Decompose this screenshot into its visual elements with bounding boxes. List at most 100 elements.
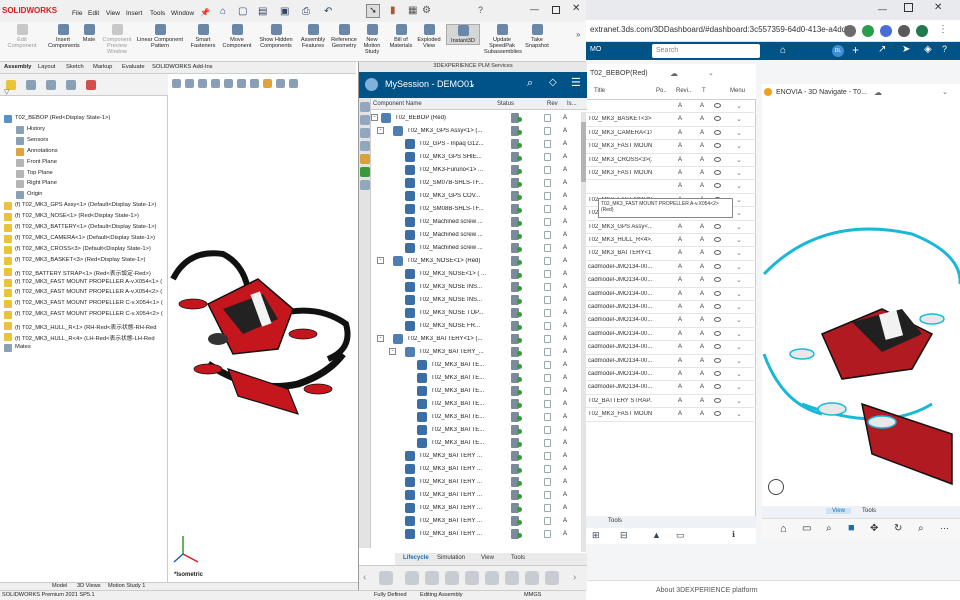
home-icon[interactable]: ⌂	[220, 6, 226, 17]
chevron-down-icon[interactable]: ⌄	[736, 370, 742, 378]
table-row[interactable]: T02_MK3_CAMERA<1>... A A ⌄	[586, 127, 756, 141]
table-row[interactable]: A A ⌄	[586, 180, 756, 194]
file-properties-icon[interactable]: ▦	[408, 5, 417, 16]
table-row[interactable]: cadmodel-JMO134-00... A A ⌄	[586, 288, 756, 301]
menu-tools[interactable]: Tools	[150, 10, 165, 17]
scrollbar-thumb[interactable]	[581, 122, 586, 182]
maximize-icon[interactable]	[904, 3, 913, 12]
share-icon[interactable]: ↗	[878, 44, 886, 55]
chevron-down-icon[interactable]: ⌄	[736, 129, 742, 137]
tree-item[interactable]: Top Plane	[0, 169, 168, 179]
component-row[interactable]: T02_MK3_NOSE INS... A	[371, 281, 581, 294]
table-row[interactable]: cadmodel-JMO134-00... A A ⌄	[586, 314, 756, 328]
menu-icon[interactable]: ☰	[571, 76, 581, 89]
apps-icon[interactable]: ◈	[924, 44, 932, 55]
eye-icon[interactable]	[714, 344, 721, 350]
drone-3d-model[interactable]	[168, 74, 358, 584]
tab-tools[interactable]: Tools	[608, 518, 622, 524]
column-header[interactable]: Component Name	[373, 101, 422, 107]
tree-item[interactable]: Front Plane	[0, 158, 168, 168]
expand-toggle[interactable]: -	[377, 335, 384, 342]
column-header[interactable]: Rev	[547, 101, 558, 107]
component-row[interactable]: T02_MK3_BATTERY ... A	[371, 450, 581, 463]
eye-icon[interactable]	[714, 411, 721, 417]
tree-item[interactable]: Annotations	[0, 147, 168, 157]
component-row[interactable]: T02_Machined screw ... A	[371, 242, 581, 255]
tab-addins[interactable]: SOLIDWORKS Add-Ins	[152, 64, 213, 70]
table-row[interactable]: cadmodel-JMO134-00... A A ⌄	[586, 341, 756, 355]
extension-icon[interactable]	[898, 25, 910, 37]
component-row[interactable]: T02_MK3_NOSE<1> ( ... A	[371, 268, 581, 281]
component-row[interactable]: T02_Machined screw ... A	[371, 229, 581, 242]
tree-item[interactable]: (f) T02_MK3_FAST MOUNT PROPELLER C-v.X05…	[0, 310, 168, 320]
component-row[interactable]: T02_MK3_BATTERY ... A	[371, 502, 581, 515]
column-header[interactable]: Title	[594, 88, 605, 94]
transfer-icon[interactable]	[505, 571, 519, 585]
chevron-down-icon[interactable]: ⌄	[708, 69, 714, 77]
strip-icon[interactable]	[360, 167, 370, 177]
expand-toggle[interactable]: -	[389, 348, 396, 355]
panel-icon[interactable]: ▭	[676, 530, 685, 541]
tree-item[interactable]: T02_BEBOP (Red<Display State-1>)	[0, 114, 168, 124]
pan-icon[interactable]: ✥	[870, 523, 878, 534]
command-button[interactable]: Mate	[78, 24, 100, 43]
about-link[interactable]: About 3DEXPERIENCE platform	[656, 587, 758, 594]
extension-icon[interactable]	[880, 25, 892, 37]
appearance-icon[interactable]	[263, 79, 272, 88]
url-text[interactable]: extranet.3ds.com/3DDashboard/#dashboard:…	[590, 25, 856, 34]
propertymanager-icon[interactable]	[26, 80, 36, 90]
3d-viewer[interactable]	[762, 104, 960, 504]
component-row[interactable]: T02_MK3_BATTE... A	[371, 385, 581, 398]
chevron-down-icon[interactable]: ⌄	[736, 182, 742, 190]
tab-assembly[interactable]: Assembly	[4, 64, 31, 70]
new-document-icon[interactable]: ▢	[238, 6, 247, 17]
tree-item[interactable]: (f) T02_MK3_CROSS<3> (Default<Display St…	[0, 245, 168, 255]
component-row[interactable]: T02_GPS - Inpaq G12... A	[371, 138, 581, 151]
more-icon[interactable]: ⋮	[938, 24, 948, 35]
eye-icon[interactable]	[714, 317, 721, 323]
component-row[interactable]: T02_MK3_NOSE FR... A	[371, 320, 581, 333]
strip-icon[interactable]	[360, 128, 370, 138]
chevron-right-icon[interactable]: »	[576, 30, 580, 39]
navigate-icon[interactable]: ▲	[652, 530, 661, 540]
component-row[interactable]: T02_SM08B-SHLS-TF... A	[371, 203, 581, 216]
chevron-down-icon[interactable]: ⌄	[736, 169, 742, 177]
configuration-icon[interactable]	[46, 80, 56, 90]
add-icon[interactable]: +	[852, 43, 859, 57]
table-row[interactable]: cadmodel-JMO134-00... A A ⌄	[586, 381, 756, 395]
table-row[interactable]: cadmodel-JMO134-00... A A ⌄	[586, 368, 756, 382]
tab-sketch[interactable]: Sketch	[66, 64, 84, 70]
chevron-down-icon[interactable]: ⌄	[736, 290, 742, 298]
eye-icon[interactable]	[714, 304, 721, 309]
display-manager-icon[interactable]	[86, 80, 96, 90]
eye-icon[interactable]	[714, 223, 721, 229]
component-row[interactable]: - T02_MK3_BATTERY_... A	[371, 346, 581, 359]
table-row[interactable]: cadmodel-JMO134-00... A A ⌄	[586, 274, 756, 288]
component-row[interactable]: T02_MK3_BATTE... A	[371, 411, 581, 424]
tree-item[interactable]: (f) T02_MK3_BASKET<3> (Red<Display State…	[0, 256, 168, 266]
chevron-down-icon[interactable]: ⌄	[736, 156, 742, 164]
table-row[interactable]: T02_MK3_FAST MOUN... A A ⌄	[586, 408, 756, 422]
fit-all-icon[interactable]: ▭	[802, 523, 811, 534]
component-row[interactable]: T02_MK3_BATTERY ... A	[371, 489, 581, 502]
tree-item[interactable]: (f) T02_MK3_FAST MOUNT PROPELLER A-v.X05…	[0, 288, 168, 298]
component-row[interactable]: T02_MK3-Furuno<1> ... A	[371, 164, 581, 177]
zoom-area-icon[interactable]	[185, 79, 194, 88]
tab-view[interactable]: View	[481, 555, 494, 561]
table-row[interactable]: cadmodel-JMO134-00... A A ⌄	[586, 261, 756, 275]
tab-simulation[interactable]: Simulation	[437, 555, 465, 561]
component-row[interactable]: T02_MK3_GPS SHIE... A	[371, 151, 581, 164]
eye-icon[interactable]	[714, 330, 721, 336]
component-row[interactable]: T02_MK3_NOSE INS... A	[371, 294, 581, 307]
tab-tools[interactable]: Tools	[862, 508, 876, 514]
expand-toggle[interactable]: -	[377, 127, 384, 134]
minimize-icon[interactable]: —	[530, 4, 539, 14]
menu-insert[interactable]: Insert	[126, 10, 142, 17]
tab-lifecycle[interactable]: Lifecycle	[403, 555, 429, 561]
tree-item[interactable]: (f) T02_MK3_BATTERY<1> (Default<Display …	[0, 223, 168, 233]
table-row[interactable]: cadmodel-JMO134-00... A A ⌄	[586, 328, 756, 342]
chevron-down-icon[interactable]: ⌄	[736, 357, 742, 365]
communicate-icon[interactable]: ➤	[902, 44, 910, 55]
eye-icon[interactable]	[714, 290, 721, 296]
chevron-right-icon[interactable]: ›	[573, 572, 576, 583]
